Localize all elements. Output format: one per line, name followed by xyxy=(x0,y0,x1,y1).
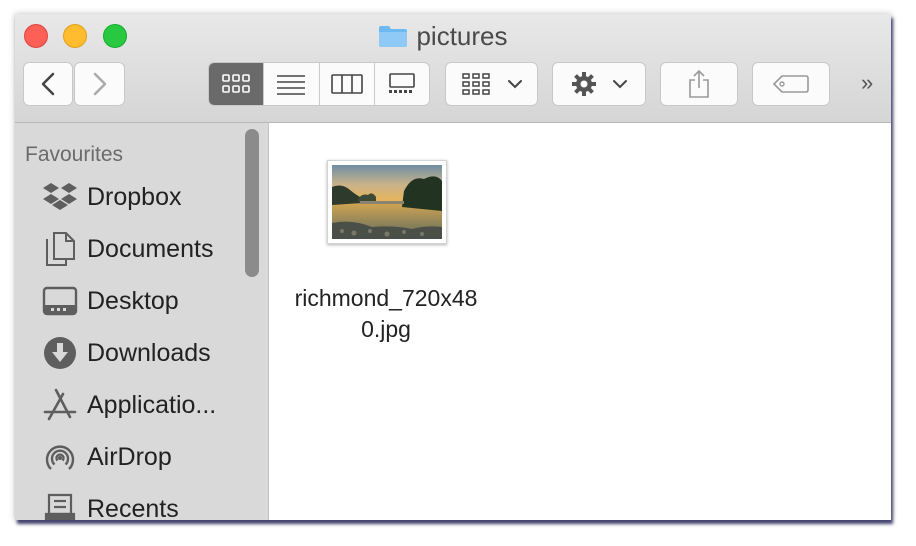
tag-button[interactable] xyxy=(752,62,830,106)
sidebar-item-applications[interactable]: Applicatio... xyxy=(41,383,246,427)
sidebar-item-recents[interactable]: Recents xyxy=(41,487,246,520)
gallery-view-icon xyxy=(388,73,415,93)
sidebar-heading: Favourites xyxy=(25,143,124,166)
group-by-button[interactable] xyxy=(445,62,538,106)
sidebar-item-airdrop[interactable]: AirDrop xyxy=(41,435,246,479)
tag-icon xyxy=(772,75,809,93)
sidebar-item-label: Desktop xyxy=(87,286,179,315)
desktop-icon xyxy=(41,282,79,320)
window-title-area: pictures xyxy=(15,18,891,54)
sidebar-item-label: Recents xyxy=(87,494,179,521)
gear-icon xyxy=(572,72,596,96)
airdrop-icon xyxy=(41,438,79,476)
window-title: pictures xyxy=(416,20,508,51)
sidebar-item-dropbox[interactable]: Dropbox xyxy=(41,175,246,219)
sidebar-item-documents[interactable]: Documents xyxy=(41,227,246,271)
icon-view-button[interactable] xyxy=(209,63,264,105)
share-icon xyxy=(689,69,709,98)
documents-icon xyxy=(41,230,79,268)
file-name-line: 0.jpg xyxy=(361,316,411,342)
back-button[interactable] xyxy=(23,62,73,106)
column-view-button[interactable] xyxy=(318,63,374,105)
recents-icon xyxy=(41,490,79,520)
image-thumbnail[interactable] xyxy=(327,160,447,244)
title-bar: pictures » xyxy=(15,14,891,123)
applications-icon xyxy=(41,386,79,424)
finder-window: pictures » Favourites Dropbox Documents … xyxy=(15,14,891,520)
view-mode-segmented-control xyxy=(208,62,430,106)
gallery-view-button[interactable] xyxy=(373,63,429,105)
file-browser-content: richmond_720x48 0.jpg xyxy=(269,123,891,520)
sidebar-item-label: Applicatio... xyxy=(87,390,217,419)
folder-icon xyxy=(379,26,408,47)
sidebar-scrollbar-thumb[interactable] xyxy=(245,129,259,277)
sidebar-item-label: AirDrop xyxy=(87,442,172,471)
chevron-left-icon xyxy=(41,72,55,96)
dropbox-icon xyxy=(41,178,79,216)
forward-button[interactable] xyxy=(74,62,125,106)
chevron-down-icon xyxy=(613,80,627,89)
sidebar: Favourites Dropbox Documents Desktop Dow… xyxy=(15,123,269,520)
share-button[interactable] xyxy=(660,62,738,106)
sidebar-item-label: Downloads xyxy=(87,338,211,367)
icon-view-icon xyxy=(222,74,250,93)
chevron-right-icon xyxy=(93,72,106,96)
file-name-line: richmond_720x48 xyxy=(294,285,478,311)
column-view-icon xyxy=(330,74,363,94)
chevron-down-icon xyxy=(507,80,522,89)
sidebar-item-label: Documents xyxy=(87,234,214,263)
downloads-icon xyxy=(41,334,79,372)
action-menu-button[interactable] xyxy=(552,62,646,106)
landscape-photo xyxy=(332,165,442,239)
list-view-icon xyxy=(277,75,306,95)
file-name-label[interactable]: richmond_720x48 0.jpg xyxy=(277,283,495,345)
sidebar-item-downloads[interactable]: Downloads xyxy=(41,331,246,375)
sidebar-item-label: Dropbox xyxy=(87,182,182,211)
group-grid-icon xyxy=(461,73,490,95)
toolbar-overflow-button[interactable]: » xyxy=(861,70,873,96)
sidebar-item-desktop[interactable]: Desktop xyxy=(41,279,246,323)
list-view-button[interactable] xyxy=(263,63,318,105)
